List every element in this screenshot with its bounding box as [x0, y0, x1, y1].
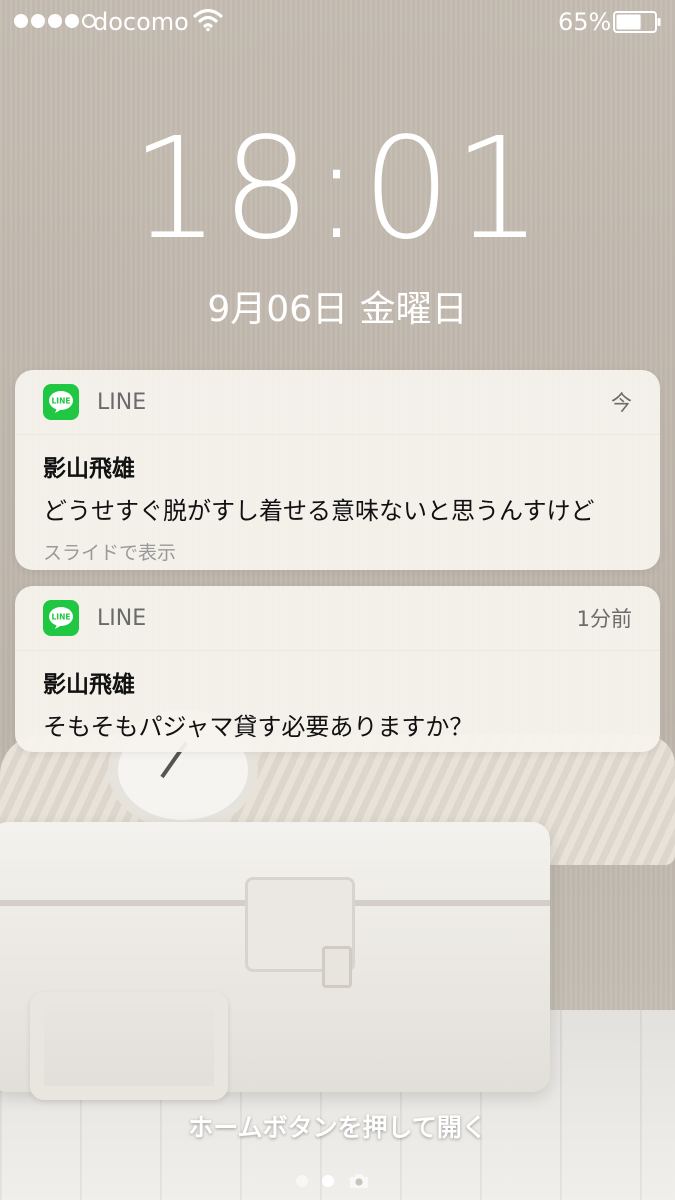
signal-dot [65, 14, 79, 28]
line-app-icon: LINE [43, 600, 79, 636]
notification-app-name: LINE [97, 389, 147, 415]
notification-time: 今 [611, 391, 632, 415]
svg-text:LINE: LINE [52, 397, 71, 406]
home-button-hint: ホームボタンを押して開く [188, 1113, 487, 1142]
page-indicator[interactable] [296, 1172, 370, 1190]
battery-percent: 65% [558, 8, 612, 36]
notification-body: 影山飛雄 どうせすぐ脱がすし着せる意味ないと思うんすけど スライドで表示 [15, 435, 660, 565]
wallpaper-suitcase [0, 822, 550, 1100]
battery-icon [613, 11, 661, 33]
notification-sender: 影山飛雄 [43, 672, 135, 698]
suitcase-keyhole [322, 946, 352, 988]
page-dot[interactable] [296, 1175, 308, 1187]
notification-card[interactable]: LINE LINE 1分前 影山飛雄 そもそもパジャマ貸す必要ありますか？ [15, 586, 660, 752]
notification-app-name: LINE [97, 605, 147, 631]
notification-card[interactable]: LINE LINE 今 影山飛雄 どうせすぐ脱がすし着せる意味ないと思うんすけど… [15, 370, 660, 570]
status-bar: docomo 65% [0, 0, 675, 44]
suitcase-handle [30, 992, 228, 1100]
notification-message: どうせすぐ脱がすし着せる意味ないと思うんすけど [43, 497, 595, 525]
camera-icon[interactable] [348, 1172, 370, 1190]
svg-text:LINE: LINE [52, 613, 71, 622]
carrier-name: docomo [93, 8, 189, 36]
notification-header: LINE LINE 1分前 [15, 586, 660, 651]
lock-time: 18:01 [130, 108, 545, 271]
notification-sender: 影山飛雄 [43, 456, 135, 482]
signal-strength [14, 14, 96, 28]
notification-message: そもそもパジャマ貸す必要ありますか？ [43, 713, 474, 741]
signal-dot [48, 14, 62, 28]
slide-to-view-hint: スライドで表示 [43, 542, 177, 564]
wifi-icon [193, 8, 223, 32]
page-dot[interactable] [322, 1175, 334, 1187]
lock-date: 9月06日 金曜日 [207, 289, 468, 330]
notification-header: LINE LINE 今 [15, 370, 660, 435]
notification-body: 影山飛雄 そもそもパジャマ貸す必要ありますか？ [15, 651, 660, 742]
signal-dot [31, 14, 45, 28]
line-app-icon: LINE [43, 384, 79, 420]
battery-fill [616, 14, 641, 30]
notification-time: 1分前 [576, 607, 632, 631]
signal-dot [14, 14, 28, 28]
